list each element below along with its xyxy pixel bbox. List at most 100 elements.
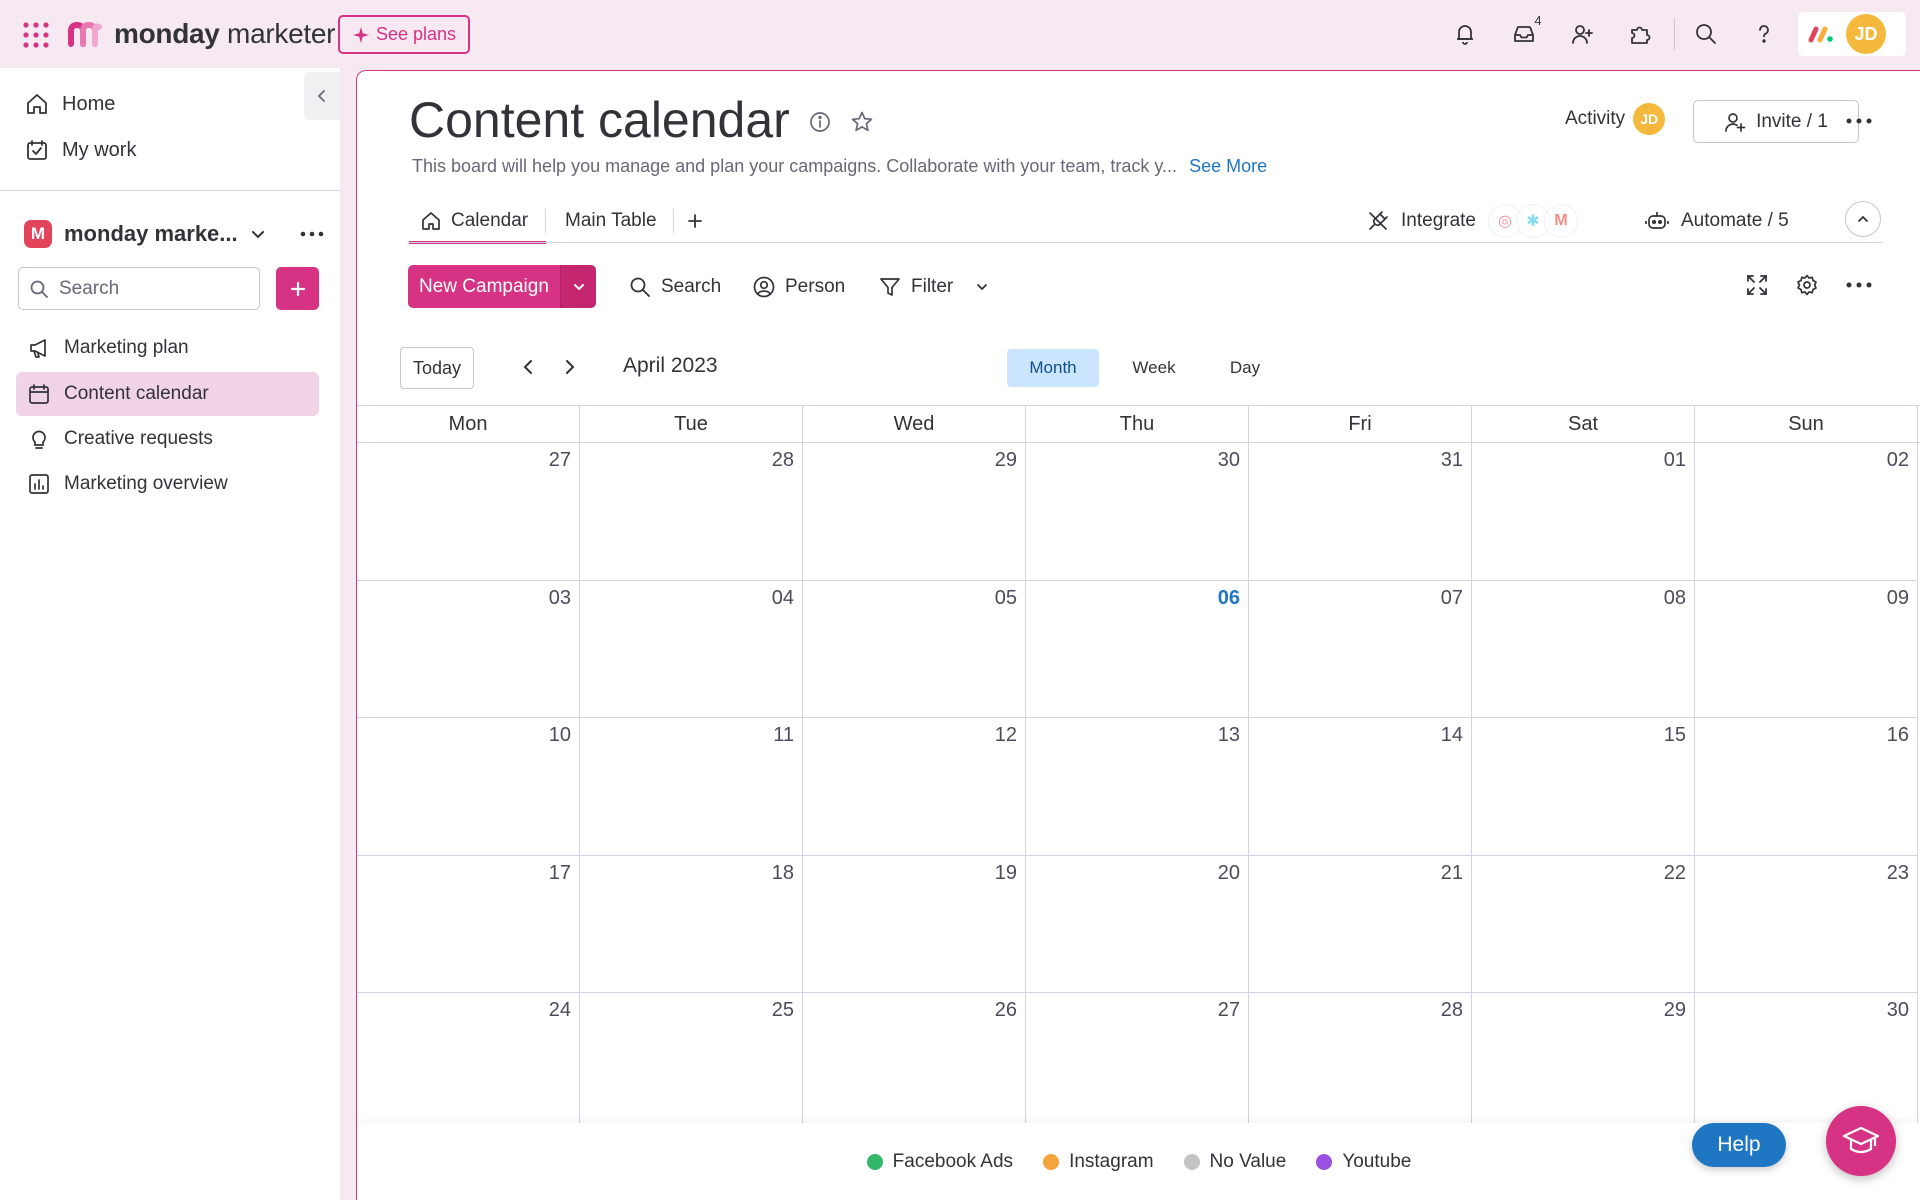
help-question-icon[interactable]	[1746, 16, 1782, 52]
add-item-button[interactable]	[276, 267, 319, 310]
today-button[interactable]: Today	[400, 347, 474, 389]
inbox-icon[interactable]: 4	[1506, 10, 1548, 52]
new-campaign-button[interactable]: New Campaign	[408, 265, 596, 308]
sidebar-item-creative-requests[interactable]: Creative requests	[16, 417, 319, 461]
star-favorite-icon[interactable]	[847, 107, 877, 137]
new-campaign-dropdown[interactable]	[560, 265, 596, 308]
calendar-day-cell[interactable]: 05	[803, 580, 1026, 718]
calendar-day-number: 13	[1217, 724, 1240, 746]
automate-button[interactable]: Automate / 5	[1645, 201, 1789, 241]
calendar-day-cell[interactable]: 15	[1472, 718, 1695, 856]
weekday-label: Sun	[1695, 406, 1918, 442]
calendar-day-cell[interactable]: 08	[1472, 580, 1695, 718]
sidebar-search-input[interactable]	[59, 277, 249, 300]
calendar-day-number: 30	[1886, 999, 1909, 1021]
calendar-day-cell[interactable]: 17	[357, 855, 580, 993]
previous-month-button[interactable]	[513, 352, 543, 382]
settings-gear-icon[interactable]	[1789, 267, 1825, 303]
integrate-button[interactable]: Integrate ◎ ✱ M	[1367, 201, 1578, 241]
calendar-day-cell[interactable]: 24	[357, 993, 580, 1131]
top-bar: monday marketer See plans 4 JD	[0, 0, 1920, 68]
calendar-day-number: 20	[1217, 861, 1240, 884]
person-filter-button[interactable]: Person	[753, 267, 845, 307]
toolbar-more-icon[interactable]	[1841, 267, 1877, 303]
calendar-day-cell[interactable]: 19	[803, 855, 1026, 993]
calendar-day-cell[interactable]: 10	[357, 718, 580, 856]
product-logo[interactable]: monday marketer	[68, 16, 335, 52]
sidebar-item-marketing-overview[interactable]: Marketing overview	[16, 462, 319, 506]
calendar-day-cell[interactable]: 30	[1026, 443, 1249, 581]
view-month-button[interactable]: Month	[1007, 349, 1099, 387]
integrate-label: Integrate	[1401, 210, 1476, 231]
page-title[interactable]: Content calendar	[409, 91, 790, 149]
tab-main-table[interactable]: Main Table	[565, 199, 657, 243]
tab-calendar[interactable]: Calendar	[408, 199, 547, 244]
calendar-day-cell[interactable]: 06	[1026, 580, 1249, 718]
calendar-day-cell[interactable]: 14	[1249, 718, 1472, 856]
calendar-day-cell[interactable]: 31	[1249, 443, 1472, 581]
board-more-icon[interactable]	[1841, 103, 1877, 139]
calendar-weekday-header: Mon Tue Wed Thu Fri Sat Sun	[357, 405, 1920, 443]
chevron-down-icon[interactable]	[250, 226, 266, 242]
legend-color-dot	[1043, 1154, 1060, 1170]
calendar-day-cell[interactable]: 27	[1026, 993, 1249, 1131]
help-button[interactable]: Help	[1692, 1123, 1786, 1167]
filter-button[interactable]: Filter	[879, 267, 989, 307]
info-icon[interactable]	[805, 107, 835, 137]
calendar-day-cell[interactable]: 07	[1249, 580, 1472, 718]
see-plans-button[interactable]: See plans	[338, 15, 470, 54]
calendar-day-cell[interactable]: 30	[1695, 993, 1918, 1131]
calendar-day-cell[interactable]: 29	[1472, 993, 1695, 1131]
collapse-header-button[interactable]	[1845, 201, 1881, 237]
learning-center-button[interactable]	[1826, 1106, 1896, 1176]
search-icon[interactable]	[1688, 16, 1724, 52]
view-week-button[interactable]: Week	[1111, 349, 1197, 387]
calendar-day-cell[interactable]: 12	[803, 718, 1026, 856]
calendar-day-cell[interactable]: 03	[357, 580, 580, 718]
apps-marketplace-icon[interactable]	[1622, 16, 1658, 52]
calendar-day-cell[interactable]: 04	[580, 580, 803, 718]
calendar-day-cell[interactable]: 18	[580, 855, 803, 993]
next-month-button[interactable]	[555, 352, 585, 382]
invite-members-icon[interactable]	[1564, 16, 1600, 52]
calendar-day-cell[interactable]: 21	[1249, 855, 1472, 993]
calendar-day-cell[interactable]: 28	[1249, 993, 1472, 1131]
activity-button[interactable]: Activity JD	[1565, 101, 1666, 137]
workspace-more-icon[interactable]	[300, 231, 324, 237]
nav-my-work[interactable]: My work	[16, 128, 318, 172]
calendar-day-cell[interactable]: 22	[1472, 855, 1695, 993]
calendar-day-cell[interactable]: 28	[580, 443, 803, 581]
calendar-day-cell[interactable]: 01	[1472, 443, 1695, 581]
calendar-day-cell[interactable]: 20	[1026, 855, 1249, 993]
board-panel: Content calendar This board will help yo…	[356, 70, 1920, 1200]
fullscreen-icon[interactable]	[1739, 267, 1775, 303]
calendar-day-cell[interactable]: 11	[580, 718, 803, 856]
board-search-button[interactable]: Search	[629, 267, 721, 307]
new-campaign-label[interactable]: New Campaign	[408, 265, 560, 308]
nav-home[interactable]: Home	[16, 82, 318, 126]
workspace-selector[interactable]: M monday marke...	[24, 214, 324, 254]
see-more-link[interactable]: See More	[1189, 156, 1267, 176]
legend-label: Instagram	[1069, 1151, 1154, 1172]
notifications-bell-icon[interactable]	[1447, 16, 1483, 52]
sidebar-item-content-calendar[interactable]: Content calendar	[16, 372, 319, 416]
chevron-down-icon[interactable]	[975, 280, 989, 294]
calendar-day-cell[interactable]: 13	[1026, 718, 1249, 856]
add-view-button[interactable]	[687, 199, 703, 243]
calendar-day-cell[interactable]: 25	[580, 993, 803, 1131]
integrate-plug-icon	[1367, 210, 1389, 232]
calendar-day-cell[interactable]: 02	[1695, 443, 1918, 581]
apps-grid-icon[interactable]	[22, 21, 50, 49]
calendar-day-cell[interactable]: 29	[803, 443, 1026, 581]
account-menu[interactable]: JD	[1798, 12, 1906, 56]
calendar-day-cell[interactable]: 27	[357, 443, 580, 581]
sidebar-search[interactable]	[18, 267, 260, 310]
calendar-day-cell[interactable]: 16	[1695, 718, 1918, 856]
view-day-button[interactable]: Day	[1207, 349, 1283, 387]
calendar-day-cell[interactable]: 23	[1695, 855, 1918, 993]
sidebar-item-marketing-plan[interactable]: Marketing plan	[16, 326, 319, 370]
calendar-day-number: 30	[1217, 449, 1240, 471]
calendar-day-cell[interactable]: 26	[803, 993, 1026, 1131]
invite-button[interactable]: Invite / 1	[1693, 100, 1859, 143]
calendar-day-cell[interactable]: 09	[1695, 580, 1918, 718]
